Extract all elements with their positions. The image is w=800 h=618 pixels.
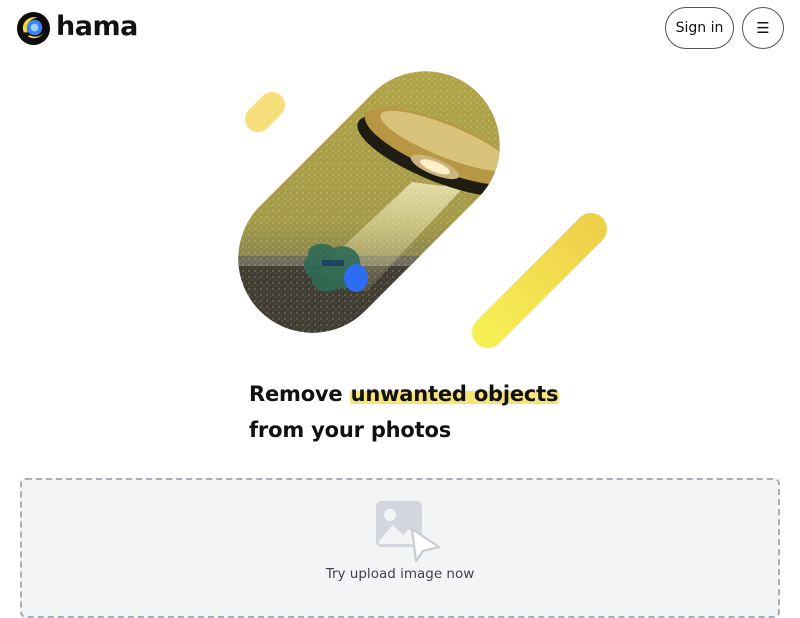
hama-logo[interactable]: hama: [16, 10, 138, 46]
upload-dropzone[interactable]: Try upload image now: [20, 478, 780, 618]
hero-headline: Remove unwanted objects from your photos: [249, 376, 579, 448]
hero-illustration: [238, 71, 607, 348]
decor-small-pill: [244, 91, 286, 133]
hamburger-menu-button[interactable]: ☰: [742, 7, 784, 49]
hamburger-icon: ☰: [756, 19, 770, 37]
upload-label: Try upload image now: [325, 566, 475, 582]
hama-logo-icon: [16, 11, 51, 45]
image-upload-icon: [376, 501, 441, 563]
decor-yellow-bar: [472, 213, 607, 348]
headline-suffix: from your photos: [249, 418, 452, 442]
sign-in-button[interactable]: Sign in: [665, 7, 734, 49]
logo-wordmark: hama: [56, 11, 138, 42]
headline-highlight: unwanted objects: [349, 382, 560, 406]
headline-prefix: Remove: [249, 382, 350, 406]
ufo-photo: [238, 71, 500, 333]
site-header: hama Sign in ☰: [0, 0, 800, 56]
